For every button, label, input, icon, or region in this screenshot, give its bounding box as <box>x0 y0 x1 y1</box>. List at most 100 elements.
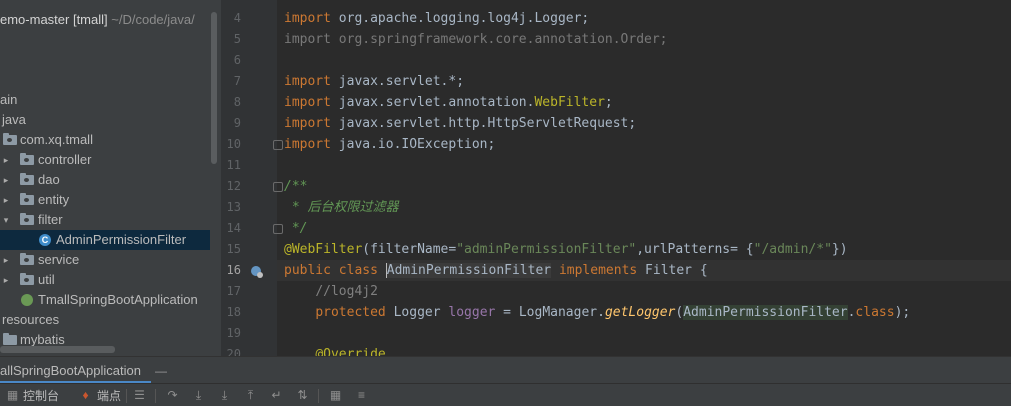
package-icon <box>20 153 34 165</box>
evaluate-icon[interactable]: ⇅ <box>296 389 309 402</box>
console-tab[interactable]: 控制台 <box>23 388 59 404</box>
code-keyword: import <box>284 74 331 89</box>
class-name-caret[interactable]: AdminPermissionFilter <box>385 263 552 278</box>
code-text: java.io.IOException; <box>330 137 496 152</box>
code-field: logger <box>448 305 496 320</box>
tree-item-label: com.xq.tmall <box>20 132 93 147</box>
fold-marker-icon[interactable] <box>273 224 283 234</box>
code-text: ; <box>604 95 613 110</box>
code-text: javax.servlet.annotation. <box>330 95 535 110</box>
line-number: 10 <box>226 137 241 151</box>
package-icon <box>20 193 34 205</box>
chevron-right-icon[interactable]: ▸ <box>0 250 12 270</box>
tree-item-util[interactable]: ▸ util <box>0 270 210 290</box>
fold-marker-icon[interactable] <box>273 140 283 150</box>
tree-item-main[interactable]: ain <box>0 90 210 110</box>
code-line-current: public class AdminPermissionFilter imple… <box>277 260 1011 281</box>
menu-icon[interactable]: ☰ <box>133 389 146 402</box>
line-number: 15 <box>226 242 241 256</box>
project-tool-window: emo-master [tmall] ~/D/code/java/ ain ja… <box>0 0 221 356</box>
line-number: 19 <box>226 326 241 340</box>
run-tab-label: allSpringBootApplication <box>0 363 141 378</box>
editor-gutter[interactable]: 4 5 6 7 8 9 10 11 12 13 14 15 16 17 18 1… <box>221 0 283 356</box>
code-text: import org.springframework.core.annotati… <box>284 32 668 47</box>
folder-icon <box>3 333 17 345</box>
frames-icon[interactable]: ▦ <box>329 389 342 402</box>
tree-item-java[interactable]: java <box>0 110 210 130</box>
code-text: = LogManager. <box>495 305 605 320</box>
line-number: 8 <box>233 95 241 109</box>
tree-item-label: ain <box>0 92 18 107</box>
doc-comment: /** <box>284 179 308 194</box>
step-over-icon[interactable]: ↷ <box>166 389 179 402</box>
force-step-into-icon[interactable]: ⤓ <box>218 389 231 402</box>
separator <box>126 389 127 403</box>
breakpoints-tab[interactable]: 端点 <box>97 388 121 404</box>
code-keyword: import <box>284 11 331 26</box>
line-number: 6 <box>233 53 241 67</box>
doc-comment: * 后台权限过滤器 <box>284 200 399 215</box>
vertical-scrollbar[interactable] <box>211 12 217 164</box>
line-number: 20 <box>226 347 241 356</box>
line-number: 17 <box>226 284 241 298</box>
tree-item-label: service <box>38 252 80 267</box>
run-tab-tmall-spring-boot-application[interactable]: allSpringBootApplication <box>0 357 151 384</box>
implementation-gutter-icon[interactable] <box>251 266 263 278</box>
package-icon <box>20 253 34 265</box>
tree-item-admin-permission-filter[interactable]: C AdminPermissionFilter <box>0 230 210 250</box>
tree-item-service[interactable]: ▸ service <box>0 250 210 270</box>
code-text: }) <box>831 242 848 257</box>
line-number: 4 <box>233 11 241 25</box>
code-keyword: import <box>284 95 331 110</box>
tree-item-tmall-spring-boot-application[interactable]: TmallSpringBootApplication <box>0 290 210 310</box>
code-class-ref: AdminPermissionFilter <box>683 305 848 320</box>
fold-marker-icon[interactable] <box>273 182 283 192</box>
debug-toolbar: ▦ 控制台 ♦ 端点 ☰ ↷ ⤓ ⤓ ⤒ ↵ ⇅ ▦ ≡ <box>0 383 1011 406</box>
breakpoints-icon: ♦ <box>82 388 89 402</box>
tree-item-resources[interactable]: resources <box>0 310 210 330</box>
code-text: Filter { <box>645 263 708 278</box>
step-out-icon[interactable]: ⤒ <box>244 389 257 402</box>
class-icon: C <box>39 234 51 246</box>
tree-item-label: controller <box>38 152 92 167</box>
tree-item-filter[interactable]: ▾ filter <box>0 210 210 230</box>
chevron-right-icon[interactable]: ▸ <box>0 150 12 170</box>
package-icon <box>20 173 34 185</box>
project-root[interactable]: emo-master [tmall] ~/D/code/java/ <box>0 10 195 30</box>
run-to-cursor-icon[interactable]: ↵ <box>270 389 283 402</box>
settings-icon[interactable]: ≡ <box>355 389 368 402</box>
line-number-current: 16 <box>226 263 241 277</box>
spring-boot-class-icon <box>21 294 33 306</box>
tree-item-dao[interactable]: ▸ dao <box>0 170 210 190</box>
chevron-right-icon[interactable]: ▸ <box>0 170 12 190</box>
code-line: @WebFilter(filterName="adminPermissionFi… <box>284 239 848 260</box>
minimize-icon[interactable]: — <box>155 357 167 385</box>
code-line-unused-import: import org.springframework.core.annotati… <box>284 29 668 50</box>
code-line: @Override <box>284 344 386 356</box>
chevron-right-icon[interactable]: ▸ <box>0 270 12 290</box>
run-tool-window-header: allSpringBootApplication — <box>0 356 1011 384</box>
code-editor[interactable]: 4 5 6 7 8 9 10 11 12 13 14 15 16 17 18 1… <box>221 0 1011 356</box>
chevron-right-icon[interactable]: ▸ <box>0 190 12 210</box>
tree-item-label: java <box>2 112 26 127</box>
code-annotation: @Override <box>315 347 386 356</box>
code-line: //log4j2 <box>284 281 378 302</box>
code-text: org.apache.logging.log4j.Logger; <box>330 11 590 26</box>
tree-item-label: util <box>38 272 55 287</box>
horizontal-scrollbar[interactable] <box>0 346 115 353</box>
chevron-down-icon[interactable]: ▾ <box>0 210 12 230</box>
step-into-icon[interactable]: ⤓ <box>192 389 205 402</box>
code-keyword: import <box>284 137 331 152</box>
code-text: javax.servlet.*; <box>330 74 465 89</box>
tree-item-label: entity <box>38 192 70 207</box>
code-line: import javax.servlet.*; <box>284 71 464 92</box>
tree-item-label: filter <box>38 212 63 227</box>
code-line: import java.io.IOException; <box>284 134 495 155</box>
tree-item-entity[interactable]: ▸ entity <box>0 190 210 210</box>
code-annotation: @WebFilter <box>284 242 363 257</box>
tree-item-com-xq-tmall[interactable]: com.xq.tmall <box>0 130 210 150</box>
tree-item-controller[interactable]: ▸ controller <box>0 150 210 170</box>
separator <box>155 389 156 403</box>
line-number: 18 <box>226 305 241 319</box>
code-keyword: protected <box>315 305 394 320</box>
